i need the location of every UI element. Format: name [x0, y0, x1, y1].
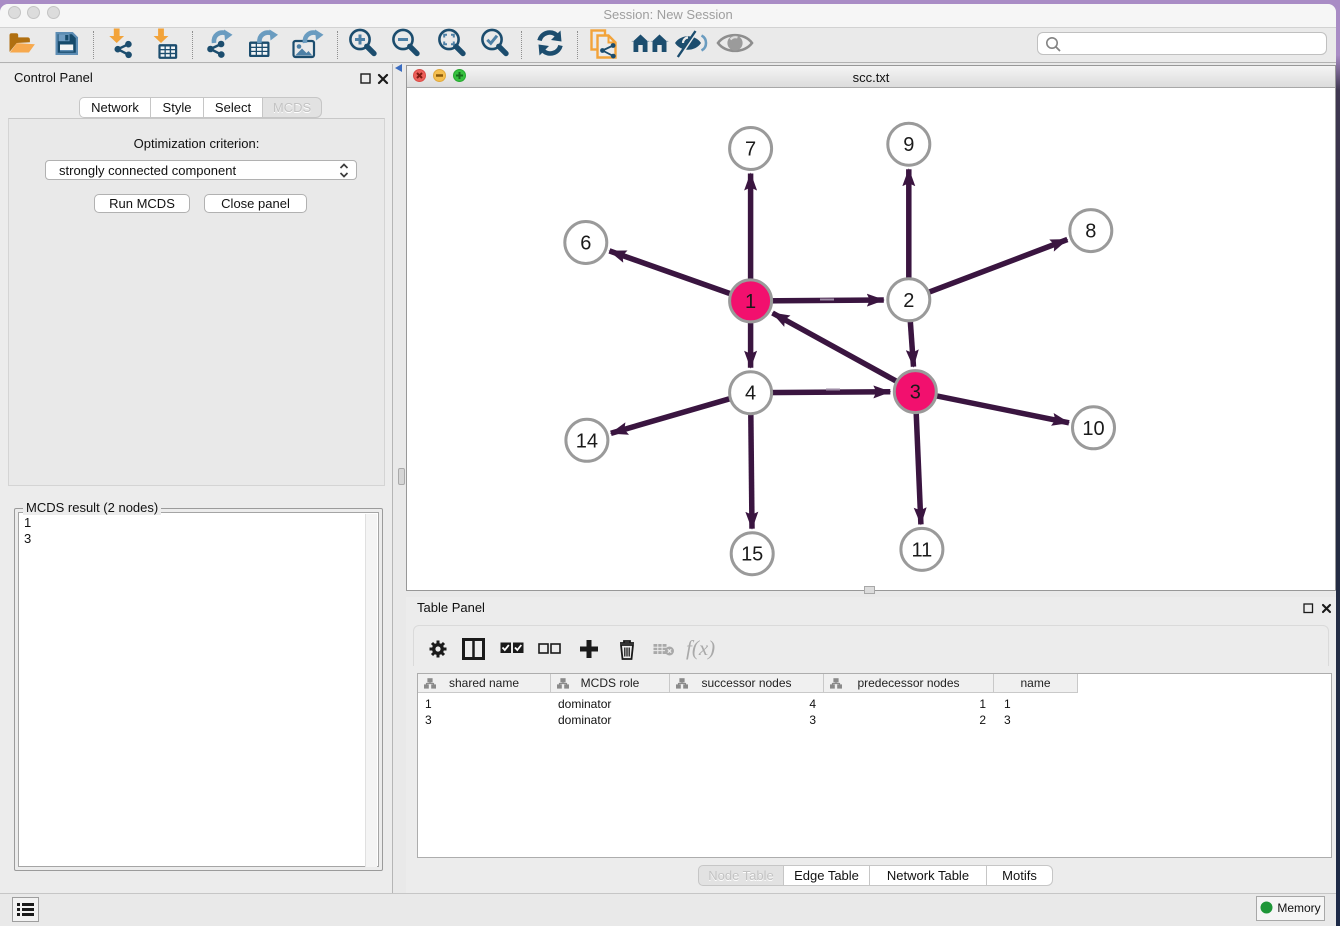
svg-text:11: 11	[912, 539, 933, 561]
svg-text:1: 1	[745, 291, 756, 313]
svg-text:6: 6	[580, 233, 591, 255]
svg-text:15: 15	[741, 544, 763, 566]
svg-text:8: 8	[1085, 221, 1096, 243]
svg-text:3: 3	[910, 382, 921, 404]
svg-text:2: 2	[903, 290, 914, 312]
svg-text:7: 7	[745, 139, 756, 161]
svg-text:9: 9	[903, 134, 914, 156]
svg-text:10: 10	[1082, 418, 1104, 440]
svg-text:4: 4	[745, 383, 756, 405]
svg-text:14: 14	[576, 430, 598, 452]
